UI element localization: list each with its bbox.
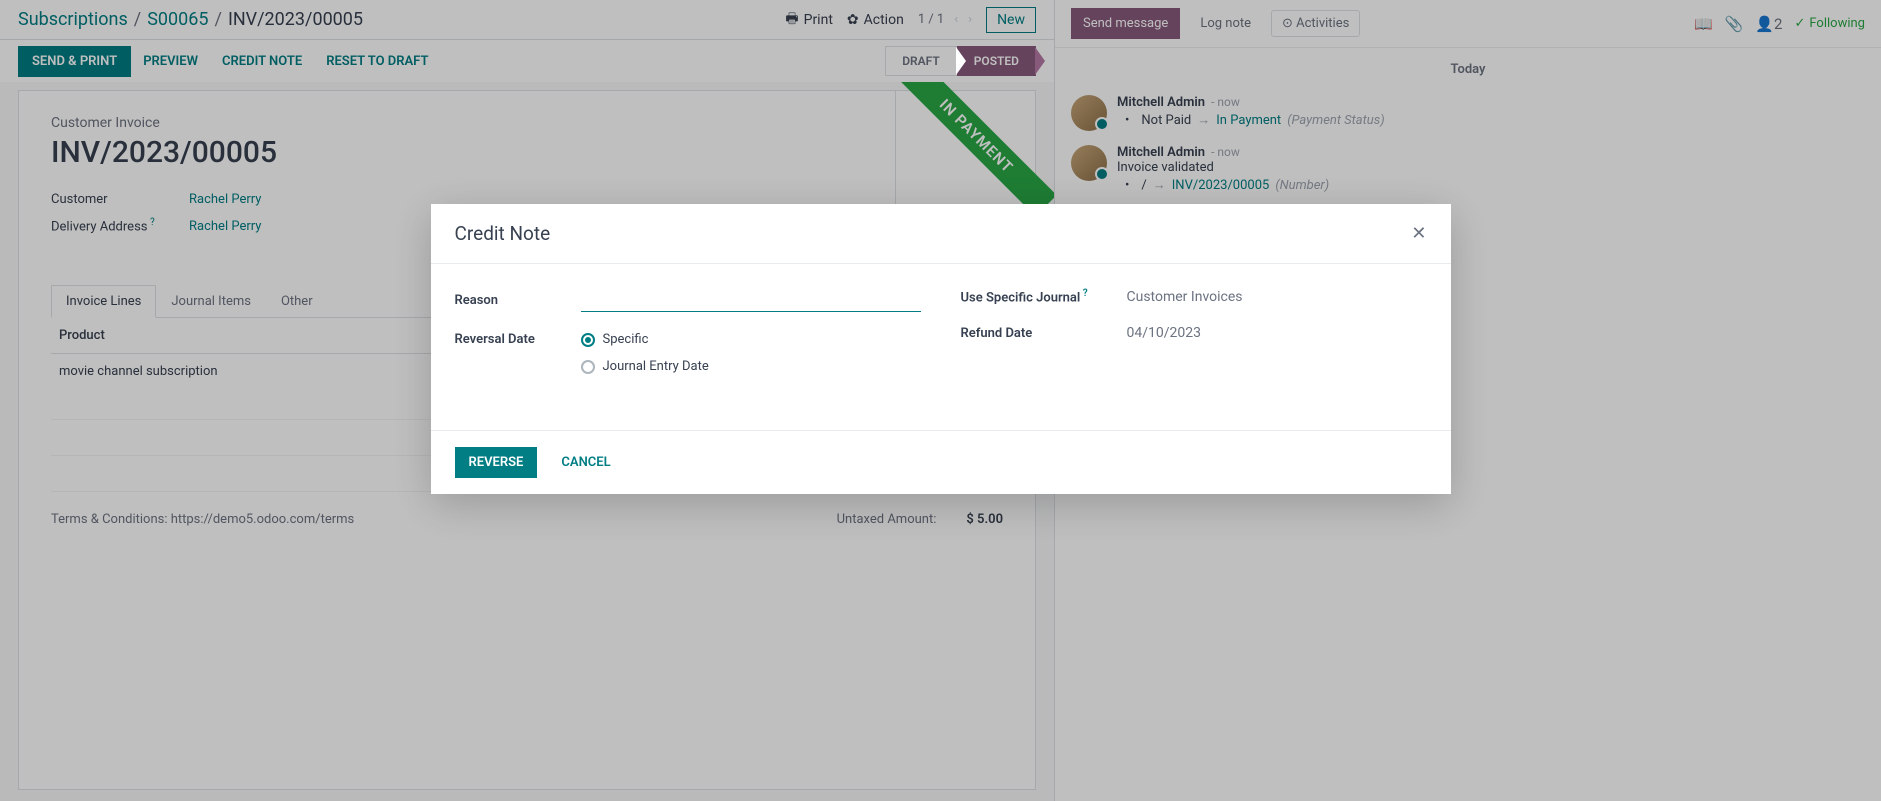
modal-overlay[interactable]: Credit Note ✕ Reason Reversal Date Spe [0, 0, 1881, 801]
help-icon[interactable]: ? [1080, 288, 1087, 299]
journal-value[interactable]: Customer Invoices [1127, 289, 1243, 305]
reason-input[interactable] [581, 288, 921, 312]
reason-label: Reason [455, 293, 565, 308]
journal-label: Use Specific Journal ? [961, 288, 1111, 305]
radio-icon [581, 333, 595, 347]
credit-note-modal: Credit Note ✕ Reason Reversal Date Spe [431, 204, 1451, 494]
close-icon[interactable]: ✕ [1411, 223, 1426, 244]
modal-title: Credit Note [455, 222, 551, 245]
refund-date-value[interactable]: 04/10/2023 [1127, 325, 1202, 341]
reversal-date-label: Reversal Date [455, 332, 565, 347]
refund-date-label: Refund Date [961, 326, 1111, 341]
reverse-button[interactable]: REVERSE [455, 447, 538, 478]
radio-specific[interactable]: Specific [581, 332, 709, 347]
radio-icon [581, 360, 595, 374]
radio-journal-entry-date[interactable]: Journal Entry Date [581, 359, 709, 374]
cancel-button[interactable]: CANCEL [549, 447, 622, 478]
